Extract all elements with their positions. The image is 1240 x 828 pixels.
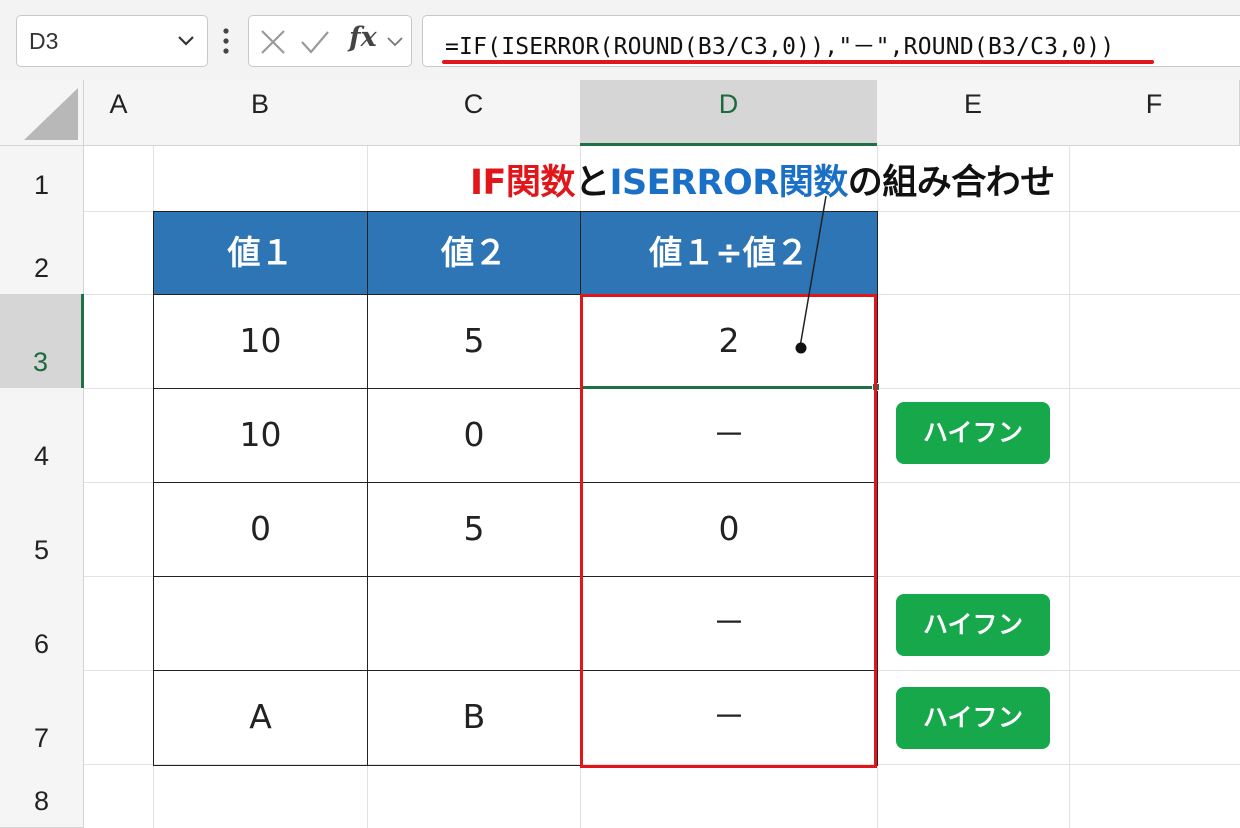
- cell-d5[interactable]: 0: [580, 482, 878, 577]
- hyphen-label: ハイフン: [896, 402, 1050, 464]
- cell-b7[interactable]: A: [153, 670, 368, 766]
- row-header-3[interactable]: 3: [0, 294, 84, 389]
- table-header-quotient[interactable]: 値１÷値２: [580, 211, 878, 295]
- row-header-5[interactable]: 5: [0, 482, 84, 577]
- active-cell-border: [580, 386, 876, 389]
- cell-d4[interactable]: －: [580, 388, 878, 483]
- cell-c4[interactable]: 0: [367, 388, 581, 483]
- cell-c3[interactable]: 5: [367, 294, 581, 389]
- enter-icon[interactable]: [299, 28, 331, 56]
- title-iserror-function: ISERROR関数: [609, 163, 848, 203]
- row-number: 1: [33, 170, 50, 200]
- row-number: 7: [33, 723, 50, 753]
- column-header-c[interactable]: C: [367, 80, 581, 146]
- row-header-8[interactable]: 8: [0, 764, 84, 828]
- cell-c7[interactable]: B: [367, 670, 581, 766]
- row-number: 4: [33, 441, 50, 471]
- column-header-b[interactable]: B: [153, 80, 368, 146]
- hyphen-label: ハイフン: [896, 687, 1050, 749]
- row-number: 3: [32, 347, 49, 377]
- name-box-value: D3: [29, 28, 59, 54]
- cell-d6[interactable]: －: [580, 576, 878, 671]
- select-all-icon: [24, 88, 78, 140]
- cancel-icon[interactable]: [259, 28, 287, 56]
- insert-function-icon[interactable]: fx: [349, 22, 377, 53]
- title-if-function: IF関数: [470, 163, 575, 203]
- more-options-icon[interactable]: [222, 26, 230, 56]
- cell-b3[interactable]: 10: [153, 294, 368, 389]
- table-header-value2[interactable]: 値２: [367, 211, 581, 295]
- chevron-down-icon[interactable]: [175, 29, 197, 51]
- column-header-a[interactable]: A: [84, 80, 154, 146]
- cell-b6[interactable]: [153, 576, 368, 671]
- row-header-4[interactable]: 4: [0, 388, 84, 483]
- name-box[interactable]: D3: [16, 15, 208, 67]
- fill-handle[interactable]: [872, 383, 880, 391]
- formula-buttons: fx: [248, 15, 412, 67]
- row-number: 2: [33, 253, 50, 283]
- row-number: 5: [33, 535, 50, 565]
- column-header-e[interactable]: E: [877, 80, 1070, 146]
- cell-c6[interactable]: [367, 576, 581, 671]
- formula-text: =IF(ISERROR(ROUND(B3/C3,0)),"－",ROUND(B3…: [445, 34, 1115, 60]
- annotation-title: IF関数とISERROR関数の組み合わせ: [470, 154, 1055, 205]
- cell-c5[interactable]: 5: [367, 482, 581, 577]
- select-all-button[interactable]: [0, 80, 84, 146]
- formula-underline: [442, 60, 1154, 64]
- title-and: と: [574, 163, 610, 203]
- cell-b5[interactable]: 0: [153, 482, 368, 577]
- cell-d3[interactable]: 2: [580, 294, 878, 389]
- table-header-value1[interactable]: 値１: [153, 211, 368, 295]
- gridline: [1069, 146, 1070, 828]
- column-header-d[interactable]: D: [580, 80, 878, 146]
- row-header-6[interactable]: 6: [0, 576, 84, 671]
- row-number: 8: [33, 786, 50, 816]
- row-header-1[interactable]: 1: [0, 146, 84, 212]
- hyphen-label: ハイフン: [896, 594, 1050, 656]
- row-number: 6: [33, 629, 50, 659]
- row-header-2[interactable]: 2: [0, 211, 84, 295]
- formula-bar: D3 fx =IF(ISERROR(ROUND(B3/C3,0)),"－",RO…: [0, 0, 1240, 80]
- row-header-7[interactable]: 7: [0, 670, 84, 765]
- cell-b4[interactable]: 10: [153, 388, 368, 483]
- chevron-down-icon[interactable]: [385, 33, 405, 51]
- cell-d7[interactable]: －: [580, 670, 878, 766]
- column-header-f[interactable]: F: [1069, 80, 1240, 146]
- title-combination: の組み合わせ: [847, 163, 1056, 203]
